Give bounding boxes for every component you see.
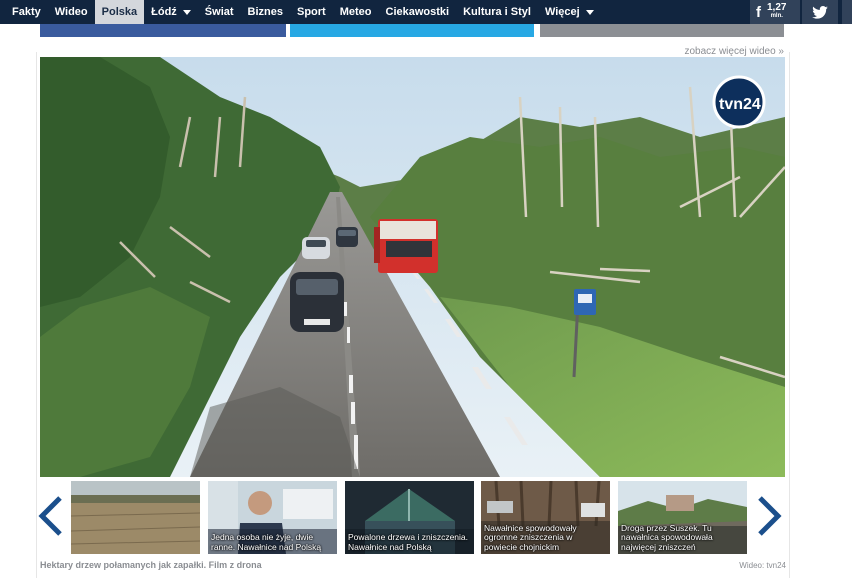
nav-extra [842, 0, 852, 24]
share-mail-button[interactable] [540, 24, 784, 37]
video-thumbnail-5[interactable]: Droga przez Suszek. Tu nawałnica spowodo… [618, 481, 747, 554]
nav-item-polska[interactable]: Polska [94, 0, 145, 24]
video-credit: Wideo: tvn24 [739, 561, 786, 570]
chevron-left-icon [38, 496, 62, 536]
nav-item-meteo[interactable]: Meteo [333, 0, 379, 24]
video-thumbnail-4[interactable]: Nawałnice spowodowały ogromne zniszczeni… [481, 481, 610, 554]
chevron-right-icon [758, 496, 782, 536]
chevron-down-icon [585, 10, 594, 15]
thumbnail-caption: Droga przez Suszek. Tu nawałnica spowodo… [621, 522, 713, 552]
video-thumbnail-1[interactable] [71, 481, 200, 554]
nav-item-ciekawostki[interactable]: Ciekawostki [379, 0, 457, 24]
nav-item-fakty[interactable]: Fakty [0, 0, 48, 24]
twitter-button[interactable] [802, 0, 838, 24]
carousel-prev-button[interactable] [38, 496, 64, 541]
video-player[interactable]: tvn24 [40, 57, 785, 477]
thumbnail-caption: Jedna osoba nie żyje, dwie ranne. Nawałn… [211, 532, 322, 552]
top-navigation: Fakty Wideo Polska Łódź Świat Biznes Spo… [0, 0, 852, 24]
more-video-link[interactable]: zobacz więcej wideo » [685, 46, 785, 57]
nav-item-biznes[interactable]: Biznes [241, 0, 290, 24]
social-links: f 1,27 mln. [750, 0, 852, 24]
thumbnail-caption: Powalone drzewa i zniszczenia. Nawałnice… [348, 532, 469, 552]
twitter-icon [812, 5, 828, 19]
nav-item-wideo[interactable]: Wideo [48, 0, 95, 24]
facebook-fans-count: 1,27 [767, 2, 787, 13]
nav-item-sport[interactable]: Sport [290, 0, 333, 24]
tvn24-logo-text: tvn24 [719, 96, 761, 113]
share-facebook-button[interactable] [40, 24, 286, 37]
video-title: Hektary drzew połamanych jak zapałki. Fi… [40, 560, 262, 570]
nav-item-swiat[interactable]: Świat [198, 0, 241, 24]
tvn24-logo: tvn24 [712, 75, 766, 129]
nav-item-wiecej[interactable]: Więcej [538, 0, 601, 24]
thumbnail-image [71, 481, 200, 554]
nav-item-lodz[interactable]: Łódź [144, 0, 198, 24]
facebook-fans-button[interactable]: f 1,27 mln. [750, 0, 800, 24]
nav-item-kultura-i-styl[interactable]: Kultura i Styl [456, 0, 538, 24]
video-frame-image: tvn24 [40, 57, 785, 477]
thumbnail-caption: Nawałnice spowodowały ogromne zniszczeni… [484, 522, 577, 552]
carousel-next-button[interactable] [756, 496, 782, 541]
video-thumbnail-3[interactable]: Powalone drzewa i zniszczenia. Nawałnice… [345, 481, 474, 554]
chevron-down-icon [182, 10, 191, 15]
facebook-fans-unit: mln. [770, 13, 783, 19]
share-twitter-button[interactable] [290, 24, 534, 37]
video-thumbnail-2[interactable]: Jedna osoba nie żyje, dwie ranne. Nawałn… [208, 481, 337, 554]
facebook-icon: f [756, 3, 761, 21]
